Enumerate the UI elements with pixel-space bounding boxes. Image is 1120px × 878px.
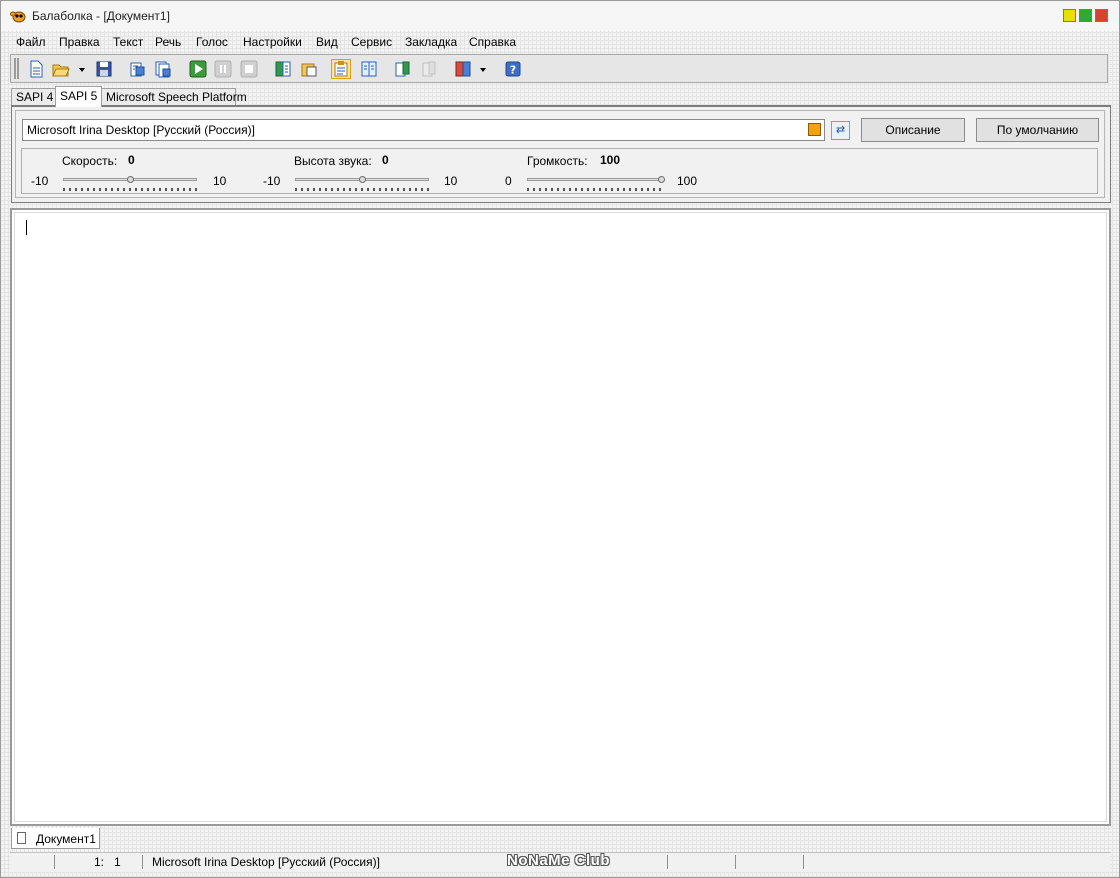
text-caret <box>26 220 27 235</box>
menu-speech[interactable]: Речь <box>155 35 181 49</box>
menu-bookmark[interactable]: Закладка <box>405 35 457 49</box>
rate-label: Скорость: <box>62 154 118 168</box>
status-separator <box>803 855 804 869</box>
app-logo-icon <box>10 9 26 23</box>
play-icon[interactable] <box>188 59 208 79</box>
status-separator <box>667 855 668 869</box>
volume-value: 100 <box>600 153 621 167</box>
voice-color-swatch[interactable] <box>808 123 821 136</box>
minimize-button[interactable] <box>1063 9 1076 22</box>
pitch-max: 10 <box>444 174 458 188</box>
rate-value: 0 <box>128 153 135 167</box>
refresh-voices-button[interactable]: ⇄ <box>831 121 850 140</box>
document-tab[interactable]: Документ1 <box>11 828 100 849</box>
pause-icon[interactable] <box>213 59 233 79</box>
toolbar: ? <box>10 54 1108 83</box>
spell-check-icon[interactable] <box>359 59 379 79</box>
rate-max: 10 <box>213 174 227 188</box>
bookmark-icon[interactable] <box>393 59 413 79</box>
maximize-button[interactable] <box>1079 9 1092 22</box>
svg-text:?: ? <box>510 64 516 77</box>
watermark: NoNaMe Club <box>507 852 610 869</box>
pitch-label: Высота звука: <box>294 154 372 168</box>
new-document-icon[interactable] <box>26 59 46 79</box>
tab-sapi5[interactable]: SAPI 5 <box>55 86 102 107</box>
tab-sapi4[interactable]: SAPI 4 <box>11 88 56 105</box>
rate-slider-thumb[interactable] <box>126 176 134 183</box>
document-icon <box>17 832 26 844</box>
menu-voice[interactable]: Голос <box>196 35 228 49</box>
volume-max: 100 <box>677 174 698 188</box>
voice-panel: Microsoft Irina Desktop [Русский (Россия… <box>11 105 1111 203</box>
menu-service[interactable]: Сервис <box>351 35 392 49</box>
menu-view[interactable]: Вид <box>316 35 338 49</box>
app-window: Балаболка - [Документ1] Файл Правка Текс… <box>0 0 1120 878</box>
open-dropdown-icon[interactable] <box>77 59 87 79</box>
text-editor-area[interactable] <box>14 212 1107 822</box>
status-separator <box>735 855 736 869</box>
read-clipboard-icon[interactable] <box>331 59 351 79</box>
menu-edit[interactable]: Правка <box>59 35 100 49</box>
menu-help[interactable]: Справка <box>469 35 516 49</box>
dictionary-dropdown-icon[interactable] <box>478 59 488 79</box>
volume-slider-track[interactable] <box>527 178 661 181</box>
status-separator <box>142 855 143 869</box>
rate-min: -10 <box>31 174 49 188</box>
status-bar: 1: 1 Microsoft Irina Desktop [Русский (Р… <box>10 852 1111 872</box>
help-icon[interactable]: ? <box>503 59 523 79</box>
volume-slider-thumb[interactable] <box>657 176 665 183</box>
rate-slider-ticks <box>63 188 197 191</box>
stop-icon[interactable] <box>239 59 259 79</box>
save-icon[interactable] <box>94 59 114 79</box>
pitch-slider-ticks <box>295 188 429 191</box>
refresh-icon: ⇄ <box>835 124 846 136</box>
tab-speech-platform[interactable]: Microsoft Speech Platform <box>101 88 247 105</box>
document-tab-label: Документ1 <box>36 832 96 846</box>
pitch-slider-thumb[interactable] <box>358 176 366 183</box>
menu-text[interactable]: Текст <box>113 35 143 49</box>
status-voice: Microsoft Irina Desktop [Русский (Россия… <box>152 855 380 869</box>
pitch-min: -10 <box>263 174 281 188</box>
pitch-value: 0 <box>382 153 389 167</box>
volume-slider-ticks <box>527 188 661 191</box>
describe-button[interactable]: Описание <box>861 118 965 142</box>
convert-icon[interactable] <box>127 59 147 79</box>
dictionary-icon[interactable] <box>453 59 473 79</box>
voice-sliders: Скорость: 0 -10 10 Высота звука: 0 -10 1… <box>21 148 1098 194</box>
voice-select[interactable]: Microsoft Irina Desktop [Русский (Россия… <box>22 119 825 141</box>
cursor-position: 1: 1 <box>94 855 121 869</box>
batch-convert-icon[interactable] <box>153 59 173 79</box>
voice-select-value: Microsoft Irina Desktop [Русский (Россия… <box>27 123 255 137</box>
volume-min: 0 <box>505 174 512 188</box>
default-button[interactable]: По умолчанию <box>976 118 1099 142</box>
volume-label: Громкость: <box>527 154 588 168</box>
record-icon[interactable] <box>419 59 439 79</box>
split-icon[interactable] <box>273 59 293 79</box>
title-bar: Балаболка - [Документ1] <box>1 1 1119 31</box>
toolbar-grip[interactable] <box>14 58 19 79</box>
open-file-icon[interactable] <box>51 59 71 79</box>
status-separator <box>54 855 55 869</box>
menu-file[interactable]: Файл <box>16 35 46 49</box>
clipboard-icon[interactable] <box>299 59 319 79</box>
text-editor[interactable] <box>10 208 1111 826</box>
close-button[interactable] <box>1095 9 1108 22</box>
voice-panel-inner: Microsoft Irina Desktop [Русский (Россия… <box>15 110 1105 198</box>
menu-settings[interactable]: Настройки <box>243 35 302 49</box>
window-title: Балаболка - [Документ1] <box>32 9 170 23</box>
